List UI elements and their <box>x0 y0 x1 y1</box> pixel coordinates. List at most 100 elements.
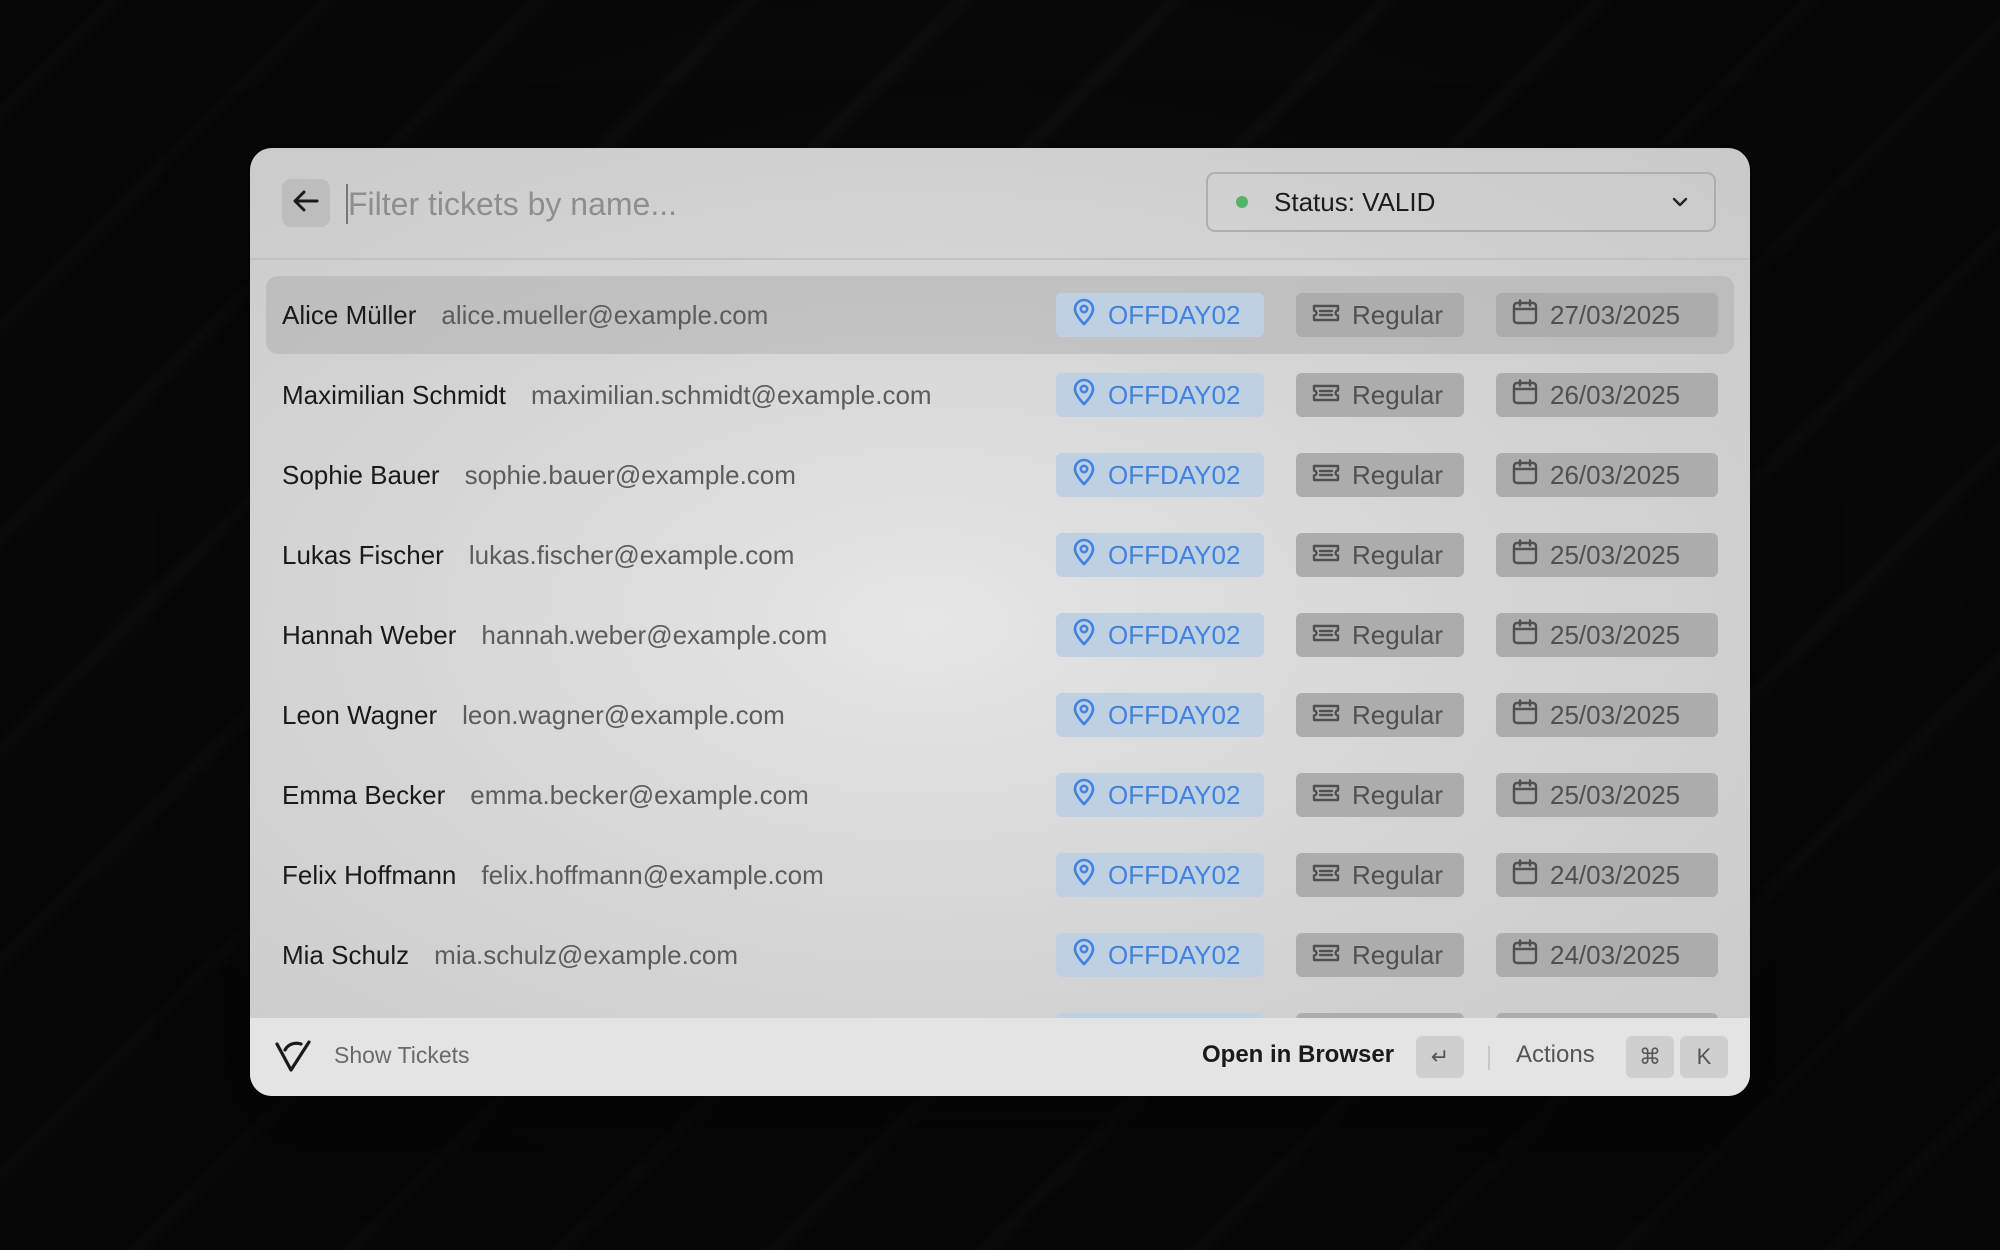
ticket-icon <box>1312 540 1352 571</box>
open-in-browser-button[interactable]: Open in Browser <box>1202 1041 1394 1069</box>
actions-button[interactable]: Actions <box>1516 1041 1595 1069</box>
date-tag-label: 26/03/2025 <box>1550 379 1681 410</box>
ticket-name: Lukas Fischer <box>282 539 444 570</box>
map-pin-icon <box>1072 538 1108 573</box>
ticket-tags: OFFDAY02 Regular 26/03/2025 <box>1056 373 1718 417</box>
ticket-type-tag: Regular <box>1296 853 1464 897</box>
location-tag-label: OFFDAY02 <box>1108 379 1241 410</box>
location-tag: OFFDAY02 <box>1056 853 1264 897</box>
ticket-type-tag: Regular <box>1296 373 1464 417</box>
app-logo-icon <box>274 1038 312 1079</box>
location-tag-label: OFFDAY02 <box>1108 459 1241 490</box>
status-filter-dropdown[interactable]: Status: VALID <box>1206 172 1716 232</box>
chevron-down-icon <box>1672 197 1688 207</box>
map-pin-icon <box>1072 698 1108 733</box>
ticket-list: Alice Müller alice.mueller@example.com O… <box>250 260 1750 1018</box>
ticket-type-label: Regular <box>1352 779 1444 810</box>
ticket-tags: OFFDAY02 Regular 25/03/2025 <box>1056 533 1718 577</box>
date-tag: 26/03/2025 <box>1496 373 1718 417</box>
ticket-row[interactable]: Felix Hoffmann felix.hoffmann@example.co… <box>266 836 1734 914</box>
map-pin-icon <box>1072 458 1108 493</box>
ticket-row[interactable]: Sophie Bauer sophie.bauer@example.com OF… <box>266 436 1734 514</box>
location-tag-label: OFFDAY02 <box>1108 779 1241 810</box>
ticket-tags: OFFDAY02 Regular 24/03/2025 <box>1056 933 1718 977</box>
date-tag: 25/03/2025 <box>1496 533 1718 577</box>
location-tag: OFFDAY02 <box>1056 533 1264 577</box>
k-key-hint: K <box>1680 1036 1728 1078</box>
map-pin-icon <box>1072 858 1108 893</box>
ticket-type-tag: Regular <box>1296 533 1464 577</box>
ticket-type-tag: Regular <box>1296 773 1464 817</box>
ticket-tags: OFFDAY02 Regular 27/03/2025 <box>1056 293 1718 337</box>
search-header: Status: VALID <box>250 148 1750 260</box>
ticket-row[interactable]: Lukas Fischer lukas.fischer@example.com … <box>266 516 1734 594</box>
location-tag-label: OFFDAY02 <box>1108 939 1241 970</box>
ticket-email: lukas.fischer@example.com <box>468 539 795 570</box>
map-pin-icon <box>1072 778 1108 813</box>
date-tag-label: 24/03/2025 <box>1550 939 1681 970</box>
map-pin-icon <box>1072 938 1108 973</box>
ticket-name: Alice Müller <box>282 299 417 330</box>
calendar-icon <box>1512 298 1550 332</box>
location-tag-label: OFFDAY02 <box>1108 539 1241 570</box>
ticket-icon <box>1312 940 1352 971</box>
calendar-icon <box>1512 778 1550 812</box>
ticket-tags: OFFDAY02 Regular 25/03/2025 <box>1056 613 1718 657</box>
arrow-left-icon <box>293 190 319 217</box>
ticket-type-label: Regular <box>1352 699 1444 730</box>
ticket-row[interactable]: Mia Schulz mia.schulz@example.com OFFDAY… <box>266 916 1734 994</box>
date-tag-label: 25/03/2025 <box>1550 699 1681 730</box>
date-tag: 27/03/2025 <box>1496 293 1718 337</box>
ticket-email: hannah.weber@example.com <box>481 619 828 650</box>
ticket-tags: OFFDAY02 Regular 26/03/2025 <box>1056 453 1718 497</box>
date-tag: 25/03/2025 <box>1496 773 1718 817</box>
ticket-row[interactable]: Leon Wagner leon.wagner@example.com OFFD… <box>266 676 1734 754</box>
location-tag: OFFDAY02 <box>1056 373 1264 417</box>
ticket-email: felix.hoffmann@example.com <box>481 859 824 890</box>
enter-key-hint: ↵ <box>1416 1036 1464 1078</box>
ticket-type-tag: Regular <box>1296 293 1464 337</box>
ticket-name: Emma Becker <box>282 779 446 810</box>
location-tag-label: OFFDAY02 <box>1108 299 1241 330</box>
location-tag: OFFDAY02 <box>1056 773 1264 817</box>
date-tag-label: 25/03/2025 <box>1550 619 1681 650</box>
ticket-tags: OFFDAY02 Regular 24/03/2025 <box>1056 853 1718 897</box>
ticket-icon <box>1312 460 1352 491</box>
date-tag: 25/03/2025 <box>1496 693 1718 737</box>
map-pin-icon <box>1072 298 1108 333</box>
ticket-name: Maximilian Schmidt <box>282 379 506 410</box>
ticket-row[interactable]: Hannah Weber hannah.weber@example.com OF… <box>266 596 1734 674</box>
ticket-type-label: Regular <box>1352 459 1444 490</box>
command-key-hint: ⌘ <box>1626 1036 1674 1078</box>
ticket-icon <box>1312 780 1352 811</box>
ticket-icon <box>1312 620 1352 651</box>
ticket-email: mia.schulz@example.com <box>434 939 738 970</box>
location-tag: OFFDAY02 <box>1056 613 1264 657</box>
back-button[interactable] <box>282 179 330 227</box>
ticket-type-tag: Regular <box>1296 933 1464 977</box>
calendar-icon <box>1512 458 1550 492</box>
ticket-type-label: Regular <box>1352 539 1444 570</box>
location-tag: OFFDAY02 <box>1056 293 1264 337</box>
ticket-row[interactable]: Emma Becker emma.becker@example.com OFFD… <box>266 756 1734 834</box>
ticket-row[interactable]: Maximilian Schmidt maximilian.schmidt@ex… <box>266 356 1734 434</box>
action-bar: Show Tickets Open in Browser ↵ Actions ⌘… <box>250 1018 1750 1096</box>
ticket-type-label: Regular <box>1352 859 1444 890</box>
location-tag: OFFDAY02 <box>1056 933 1264 977</box>
ticket-email: maximilian.schmidt@example.com <box>530 379 932 410</box>
calendar-icon <box>1512 618 1550 652</box>
date-tag-label: 24/03/2025 <box>1550 859 1681 890</box>
date-tag: 24/03/2025 <box>1496 933 1718 977</box>
date-tag: 25/03/2025 <box>1496 613 1718 657</box>
ticket-type-tag: Regular <box>1296 453 1464 497</box>
ticket-type-label: Regular <box>1352 299 1444 330</box>
ticket-type-label: Regular <box>1352 619 1444 650</box>
search-input[interactable] <box>346 176 1150 232</box>
ticket-row[interactable]: Alice Müller alice.mueller@example.com O… <box>266 276 1734 354</box>
date-tag-label: 25/03/2025 <box>1550 779 1681 810</box>
command-title: Show Tickets <box>334 1042 470 1068</box>
location-tag-label: OFFDAY02 <box>1108 699 1241 730</box>
ticket-row-partial[interactable] <box>266 996 1734 1018</box>
calendar-icon <box>1512 858 1550 892</box>
date-tag-label: 26/03/2025 <box>1550 459 1681 490</box>
